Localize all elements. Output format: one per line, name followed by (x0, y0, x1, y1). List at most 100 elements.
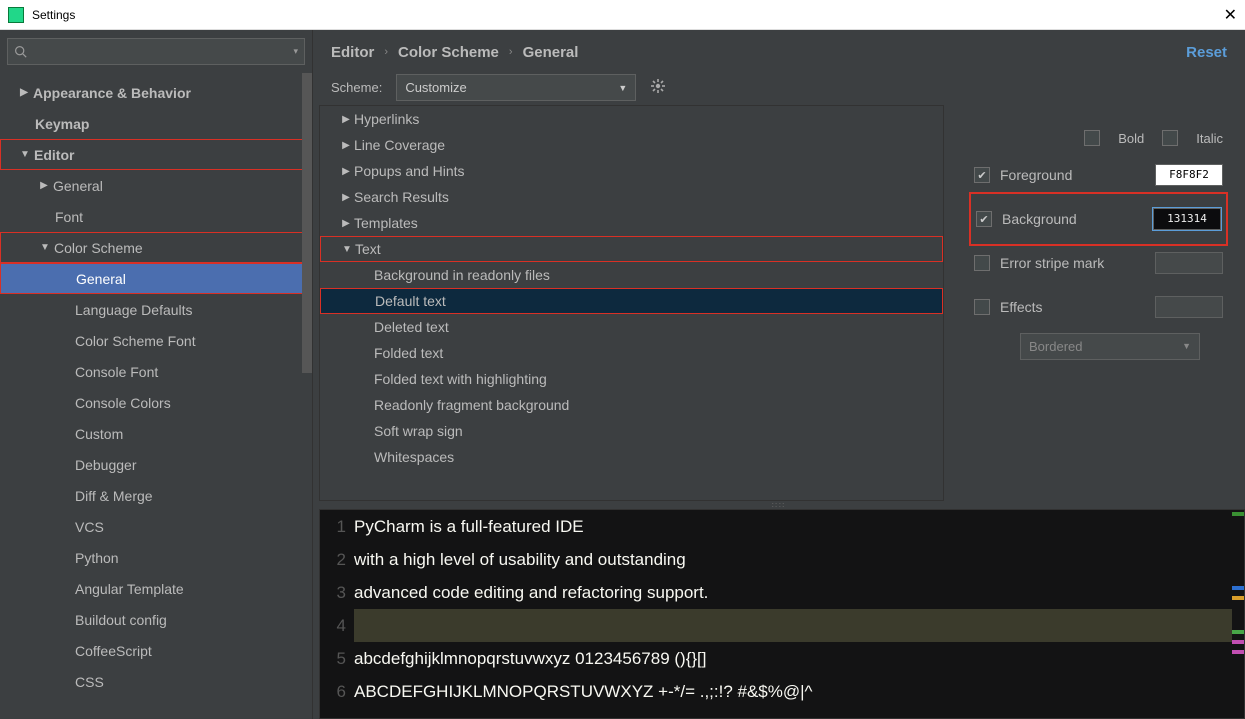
background-checkbox[interactable] (976, 211, 992, 227)
foreground-swatch[interactable]: F8F8F2 (1155, 164, 1223, 186)
tree-item-label: Console Colors (75, 395, 171, 411)
dropdown-icon[interactable]: ▾ (293, 46, 298, 57)
effects-swatch[interactable] (1155, 296, 1223, 318)
category-readonly-fragment-background[interactable]: Readonly fragment background (320, 392, 943, 418)
gear-icon[interactable] (650, 78, 666, 97)
tree-arrow-icon: ▶ (338, 192, 354, 203)
sidebar-item-css[interactable]: CSS (0, 666, 312, 697)
breadcrumb-editor[interactable]: Editor (331, 44, 374, 61)
sidebar-item-console-colors[interactable]: Console Colors (0, 387, 312, 418)
breadcrumb-color-scheme[interactable]: Color Scheme (398, 44, 499, 61)
error-stripe-swatch[interactable] (1155, 252, 1223, 274)
bold-checkbox[interactable] (1084, 130, 1100, 146)
sidebar-item-console-font[interactable]: Console Font (0, 356, 312, 387)
sidebar-item-editor[interactable]: ▼Editor (0, 139, 312, 170)
gutter: 123456 (320, 510, 354, 718)
breadcrumb: Editor › Color Scheme › General Reset (313, 30, 1245, 74)
preview-editor[interactable]: 123456 PyCharm is a full-featured IDEwit… (319, 509, 1245, 719)
category-soft-wrap-sign[interactable]: Soft wrap sign (320, 418, 943, 444)
tree-arrow-icon: ▼ (16, 149, 34, 160)
settings-tree[interactable]: ▶Appearance & BehaviorKeymap▼Editor▶Gene… (0, 73, 312, 719)
chevron-right-icon: › (509, 46, 513, 58)
effects-type-dropdown[interactable]: Bordered ▼ (1020, 333, 1200, 360)
tree-item-label: General (76, 271, 126, 287)
breadcrumb-general: General (523, 44, 579, 61)
tree-item-label: General (53, 178, 103, 194)
category-label: Line Coverage (354, 137, 445, 153)
sidebar-item-python[interactable]: Python (0, 542, 312, 573)
scrollbar-thumb[interactable] (302, 73, 312, 373)
code-line: PyCharm is a full-featured IDE (354, 510, 1244, 543)
close-icon[interactable]: ✕ (1224, 5, 1237, 25)
background-label: Background (1002, 211, 1143, 227)
category-default-text[interactable]: Default text (320, 288, 943, 314)
category-templates[interactable]: ▶Templates (320, 210, 943, 236)
category-deleted-text[interactable]: Deleted text (320, 314, 943, 340)
error-stripe (1232, 510, 1244, 718)
category-label: Hyperlinks (354, 111, 419, 127)
chevron-right-icon: › (384, 46, 388, 58)
tree-arrow-icon: ▶ (338, 114, 354, 125)
category-text[interactable]: ▼Text (320, 236, 943, 262)
sidebar-item-general[interactable]: General (0, 263, 312, 294)
settings-sidebar: ▾ ▶Appearance & BehaviorKeymap▼Editor▶Ge… (0, 30, 313, 719)
reset-link[interactable]: Reset (1186, 44, 1227, 61)
category-tree[interactable]: ▶Hyperlinks▶Line Coverage▶Popups and Hin… (319, 105, 944, 501)
sidebar-item-coffeescript[interactable]: CoffeeScript (0, 635, 312, 666)
bold-label: Bold (1118, 131, 1144, 146)
category-label: Folded text with highlighting (374, 371, 547, 387)
line-number: 2 (320, 543, 346, 576)
scheme-label: Scheme: (331, 80, 382, 95)
tree-item-label: Diff & Merge (75, 488, 153, 504)
category-label: Deleted text (374, 319, 449, 335)
title-bar: Settings ✕ (0, 0, 1245, 30)
tree-item-label: Custom (75, 426, 123, 442)
sidebar-item-custom[interactable]: Custom (0, 418, 312, 449)
chevron-down-icon: ▼ (618, 83, 627, 93)
splitter-handle[interactable]: ∷∷ (313, 501, 1245, 509)
effects-label: Effects (1000, 299, 1145, 315)
sidebar-item-vcs[interactable]: VCS (0, 511, 312, 542)
background-row-highlight: Background 131314 (974, 197, 1223, 241)
category-line-coverage[interactable]: ▶Line Coverage (320, 132, 943, 158)
sidebar-item-keymap[interactable]: Keymap (0, 108, 312, 139)
sidebar-item-buildout-config[interactable]: Buildout config (0, 604, 312, 635)
tree-item-label: CSS (75, 674, 104, 690)
category-label: Search Results (354, 189, 449, 205)
italic-checkbox[interactable] (1162, 130, 1178, 146)
sidebar-item-color-scheme-font[interactable]: Color Scheme Font (0, 325, 312, 356)
scheme-value: Customize (405, 80, 466, 95)
sidebar-item-debugger[interactable]: Debugger (0, 449, 312, 480)
category-search-results[interactable]: ▶Search Results (320, 184, 943, 210)
scheme-dropdown[interactable]: Customize ▼ (396, 74, 636, 101)
line-number: 1 (320, 510, 346, 543)
sidebar-item-appearance-behavior[interactable]: ▶Appearance & Behavior (0, 77, 312, 108)
sidebar-item-color-scheme[interactable]: ▼Color Scheme (0, 232, 312, 263)
tree-arrow-icon: ▶ (15, 87, 33, 98)
tree-arrow-icon: ▼ (339, 244, 355, 255)
category-label: Readonly fragment background (374, 397, 569, 413)
effects-checkbox[interactable] (974, 299, 990, 315)
category-whitespaces[interactable]: Whitespaces (320, 444, 943, 470)
sidebar-item-diff-merge[interactable]: Diff & Merge (0, 480, 312, 511)
tree-item-label: Color Scheme (54, 240, 143, 256)
tree-item-label: Buildout config (75, 612, 167, 628)
category-folded-text[interactable]: Folded text (320, 340, 943, 366)
italic-label: Italic (1196, 131, 1223, 146)
sidebar-item-font[interactable]: Font (0, 201, 312, 232)
sidebar-item-angular-template[interactable]: Angular Template (0, 573, 312, 604)
tree-arrow-icon: ▶ (338, 140, 354, 151)
category-background-in-readonly-files[interactable]: Background in readonly files (320, 262, 943, 288)
search-input[interactable]: ▾ (7, 38, 305, 65)
category-popups-and-hints[interactable]: ▶Popups and Hints (320, 158, 943, 184)
category-folded-text-with-highlighting[interactable]: Folded text with highlighting (320, 366, 943, 392)
category-label: Whitespaces (374, 449, 454, 465)
error-stripe-checkbox[interactable] (974, 255, 990, 271)
properties-panel: Bold Italic Foreground F8F8F2 Background… (944, 115, 1245, 501)
sidebar-item-general[interactable]: ▶General (0, 170, 312, 201)
foreground-checkbox[interactable] (974, 167, 990, 183)
tree-item-label: Python (75, 550, 119, 566)
sidebar-item-language-defaults[interactable]: Language Defaults (0, 294, 312, 325)
category-hyperlinks[interactable]: ▶Hyperlinks (320, 106, 943, 132)
background-swatch[interactable]: 131314 (1153, 208, 1221, 230)
